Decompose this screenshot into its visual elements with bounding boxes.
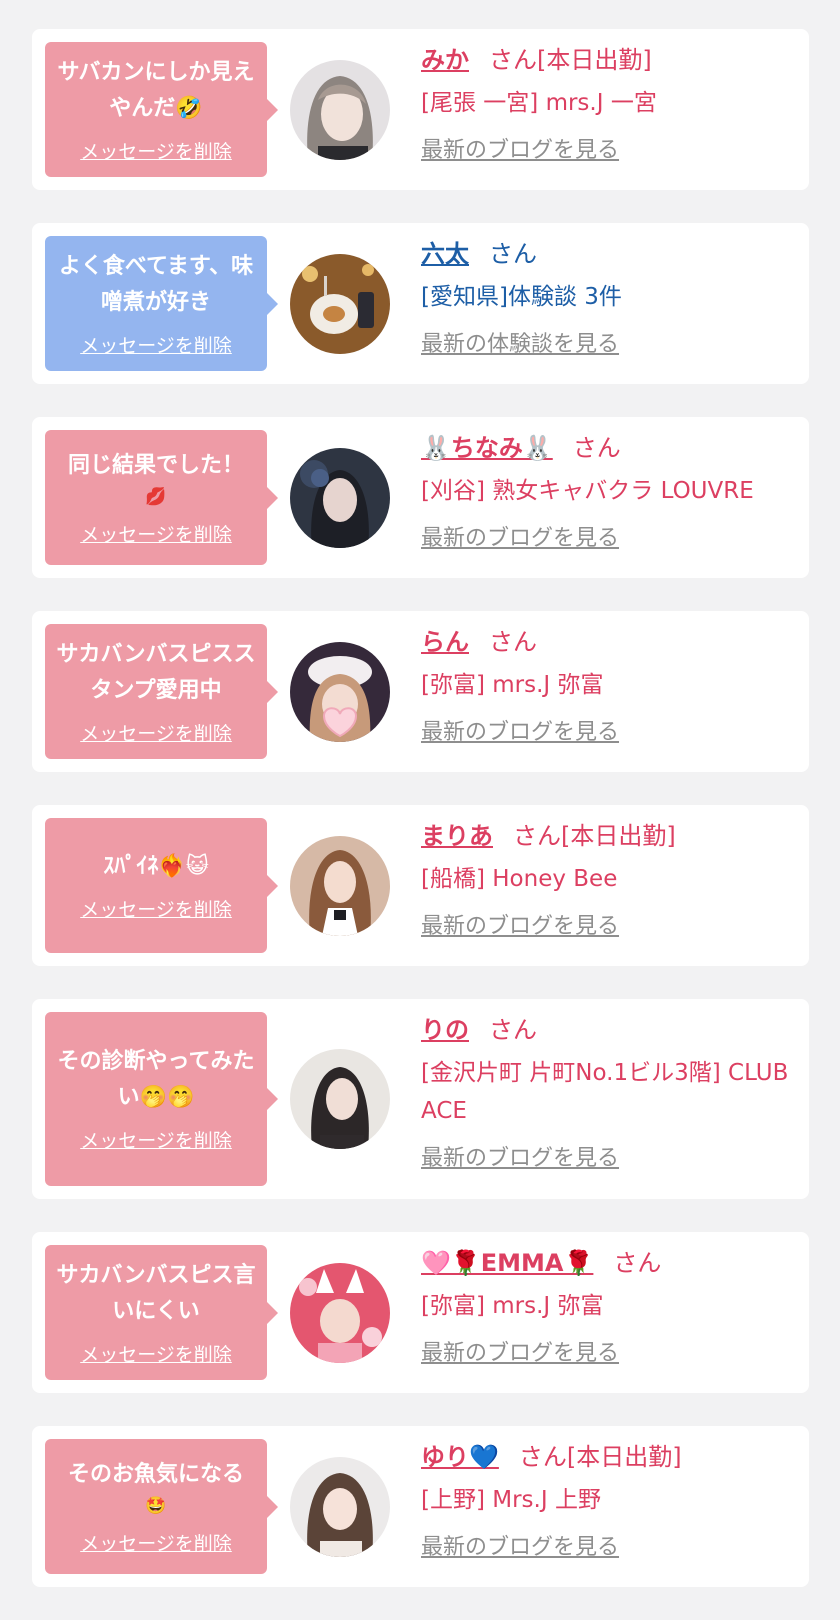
- delete-message-link[interactable]: メッセージを削除: [80, 1531, 232, 1557]
- sender-suffix: さん: [613, 1249, 662, 1277]
- latest-review-link[interactable]: 最新の体験談を見る: [421, 330, 619, 360]
- sender-name-link[interactable]: みか: [421, 46, 469, 74]
- avatar[interactable]: [290, 1049, 390, 1149]
- message-card: ｽﾊﾟｲﾈ❤️‍🔥😺 メッセージを削除 まりあ さん[本日出勤] [船橋] Hon…: [32, 805, 809, 966]
- message-emoji: 🤩: [145, 1495, 167, 1516]
- sender-info: 六太 さん [愛知県]体験談 3件 最新の体験談を見る: [421, 235, 801, 360]
- message-text: サカバンバスピス言いにくい: [56, 1262, 256, 1324]
- avatar[interactable]: [290, 1262, 390, 1363]
- message-text: 同じ結果でした！ 💋: [68, 448, 244, 510]
- latest-blog-link[interactable]: 最新のブログを見る: [421, 912, 619, 942]
- shop-text: [愛知県]体験談 3件: [421, 284, 622, 310]
- sender-suffix: さん: [572, 434, 621, 462]
- sender-name-link[interactable]: 🐰ちなみ🐰: [421, 434, 553, 462]
- sender-name-link[interactable]: ゆり💙: [421, 1443, 499, 1471]
- message-card: サバカンにしか見えやんだ🤣 メッセージを削除 みか さん[本日出勤] [尾張 一宮…: [32, 29, 809, 190]
- message-bubble: その診断やってみたい🤭🤭 メッセージを削除: [45, 1012, 278, 1186]
- shop-text: [上野] Mrs.J 上野: [421, 1487, 601, 1513]
- message-card: サカバンバスピススタンプ愛用中 メッセージを削除 らん さん [弥富] mrs.J…: [32, 611, 809, 772]
- message-bubble: 同じ結果でした！ 💋 メッセージを削除: [45, 430, 278, 565]
- avatar[interactable]: [290, 59, 390, 160]
- delete-message-link[interactable]: メッセージを削除: [80, 333, 232, 359]
- latest-blog-link[interactable]: 最新のブログを見る: [421, 1533, 619, 1563]
- sender-suffix: さん: [489, 1016, 537, 1044]
- delete-message-link[interactable]: メッセージを削除: [80, 139, 232, 165]
- shop-text: [船橋] Honey Bee: [421, 866, 618, 892]
- message-line: そのお魚気になる: [67, 1461, 244, 1487]
- shop-text: [金沢片町 片町No.1ビル3階] CLUB ACE: [421, 1060, 789, 1124]
- message-bubble: よく食べてます、味噌煮が好き メッセージを削除: [45, 236, 278, 371]
- message-list: サバカンにしか見えやんだ🤣 メッセージを削除 みか さん[本日出勤] [尾張 一宮…: [32, 29, 809, 1620]
- shop-text: [尾張 一宮] mrs.J 一宮: [421, 90, 657, 116]
- message-card: 同じ結果でした！ 💋 メッセージを削除 🐰ちなみ🐰 さん [刈谷] 熟女キャバクラ…: [32, 417, 809, 578]
- sender-info: りの さん [金沢片町 片町No.1ビル3階] CLUB ACE 最新のブログを見…: [421, 1011, 801, 1174]
- sender-suffix: さん: [489, 628, 537, 656]
- sender-name-link[interactable]: りの: [421, 1016, 469, 1044]
- sender-info: 🩷🌹EMMA🌹 さん [弥富] mrs.J 弥富 最新のブログを見る: [421, 1244, 801, 1369]
- sender-name-link[interactable]: まりあ: [421, 822, 493, 850]
- latest-blog-link[interactable]: 最新のブログを見る: [421, 1144, 619, 1174]
- sender-info: まりあ さん[本日出勤] [船橋] Honey Bee 最新のブログを見る: [421, 817, 801, 942]
- message-card: よく食べてます、味噌煮が好き メッセージを削除 六太 さん [愛知県]体験談 3件…: [32, 223, 809, 384]
- sender-suffix: さん[本日出勤]: [513, 822, 676, 850]
- delete-message-link[interactable]: メッセージを削除: [80, 721, 232, 747]
- avatar[interactable]: [290, 253, 390, 354]
- message-line: 同じ結果でした！: [67, 452, 244, 478]
- sender-info: らん さん [弥富] mrs.J 弥富 最新のブログを見る: [421, 623, 801, 748]
- message-text: その診断やってみたい🤭🤭: [57, 1049, 255, 1110]
- delete-message-link[interactable]: メッセージを削除: [80, 522, 232, 548]
- sender-info: みか さん[本日出勤] [尾張 一宮] mrs.J 一宮 最新のブログを見る: [421, 41, 801, 166]
- avatar[interactable]: [290, 835, 390, 936]
- avatar[interactable]: [290, 1456, 390, 1557]
- message-bubble: ｽﾊﾟｲﾈ❤️‍🔥😺 メッセージを削除: [45, 818, 278, 953]
- delete-message-link[interactable]: メッセージを削除: [80, 897, 232, 923]
- message-text: サカバンバスピススタンプ愛用中: [56, 641, 256, 703]
- message-text: ｽﾊﾟｲﾈ❤️‍🔥😺: [103, 853, 209, 879]
- latest-blog-link[interactable]: 最新のブログを見る: [421, 1339, 619, 1369]
- sender-name-link[interactable]: 🩷🌹EMMA🌹: [421, 1249, 593, 1277]
- sender-suffix: さん[本日出勤]: [489, 46, 652, 74]
- shop-text: [刈谷] 熟女キャバクラ LOUVRE: [421, 478, 754, 504]
- sender-suffix: さん[本日出勤]: [518, 1443, 682, 1471]
- message-card: そのお魚気になる 🤩 メッセージを削除 ゆり💙 さん[本日出勤] [上野] Mrs…: [32, 1426, 809, 1587]
- shop-text: [弥富] mrs.J 弥富: [421, 672, 604, 698]
- delete-message-link[interactable]: メッセージを削除: [80, 1342, 232, 1368]
- sender-info: ゆり💙 さん[本日出勤] [上野] Mrs.J 上野 最新のブログを見る: [421, 1438, 801, 1563]
- message-card: その診断やってみたい🤭🤭 メッセージを削除 りの さん [金沢片町 片町No.1ビ…: [32, 999, 809, 1199]
- latest-blog-link[interactable]: 最新のブログを見る: [421, 524, 619, 554]
- message-bubble: サバカンにしか見えやんだ🤣 メッセージを削除: [45, 42, 278, 177]
- message-text: そのお魚気になる 🤩: [68, 1457, 244, 1519]
- message-emoji: 💋: [145, 486, 167, 507]
- message-card: サカバンバスピス言いにくい メッセージを削除 🩷🌹EMMA🌹 さん [弥富] mr…: [32, 1232, 809, 1393]
- latest-blog-link[interactable]: 最新のブログを見る: [421, 136, 619, 166]
- message-text: サバカンにしか見えやんだ🤣: [57, 59, 255, 121]
- avatar[interactable]: [290, 641, 390, 742]
- avatar[interactable]: [290, 447, 390, 548]
- sender-suffix: さん: [489, 240, 537, 268]
- shop-text: [弥富] mrs.J 弥富: [421, 1293, 604, 1319]
- sender-name-link[interactable]: 六太: [421, 240, 469, 268]
- message-bubble: サカバンバスピススタンプ愛用中 メッセージを削除: [45, 624, 278, 759]
- sender-info: 🐰ちなみ🐰 さん [刈谷] 熟女キャバクラ LOUVRE 最新のブログを見る: [421, 429, 801, 554]
- message-bubble: そのお魚気になる 🤩 メッセージを削除: [45, 1439, 278, 1574]
- message-bubble: サカバンバスピス言いにくい メッセージを削除: [45, 1245, 278, 1380]
- delete-message-link[interactable]: メッセージを削除: [80, 1128, 232, 1154]
- latest-blog-link[interactable]: 最新のブログを見る: [421, 718, 619, 748]
- message-text: よく食べてます、味噌煮が好き: [58, 253, 254, 315]
- sender-name-link[interactable]: らん: [421, 628, 469, 656]
